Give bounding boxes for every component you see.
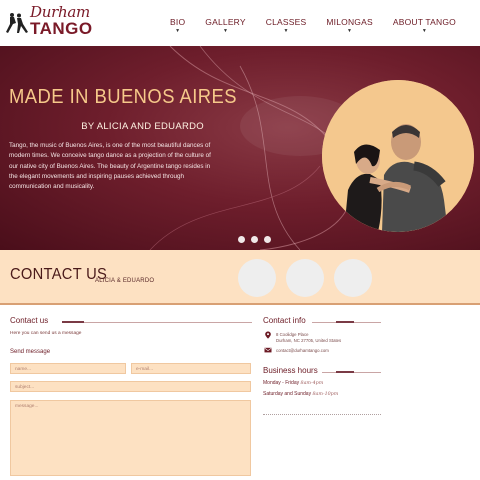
section-divider-accent	[62, 321, 84, 323]
hero-body-text: Tango, the music of Buenos Aires, is one…	[9, 142, 211, 191]
dotted-divider	[263, 414, 381, 415]
map-pin-icon	[265, 331, 271, 339]
subject-field[interactable]: subject...	[10, 381, 251, 392]
hero-slider: MADE IN BUENOS AIRES BY ALICIA AND EDUAR…	[0, 46, 480, 250]
section-divider	[62, 322, 252, 323]
contact-email-link[interactable]: contact@durhamtango.com	[276, 348, 329, 354]
caret-down-icon: ▼	[283, 28, 289, 34]
caret-down-icon: ▼	[421, 28, 427, 34]
contact-form-title: Contact us	[10, 316, 49, 325]
contact-band-title: CONTACT US	[10, 266, 108, 283]
name-field[interactable]: name...	[10, 363, 126, 374]
logo-main-text: TANGO	[30, 19, 93, 38]
address-line-2: Durham, NC 27705, United States	[276, 338, 342, 343]
slider-dots	[238, 236, 271, 243]
site-header: Durham TANGO BIO ▼ GALLERY ▼ CLASSES ▼ MILO…	[0, 0, 480, 46]
nav-item-label: CLASSES	[265, 17, 307, 27]
nav-item-gallery[interactable]: GALLERY ▼	[195, 17, 255, 34]
nav-item-label: BIO	[170, 17, 186, 27]
nav-item-about-tango[interactable]: ABOUT TANGO ▼	[383, 17, 466, 34]
page: Durham TANGO BIO ▼ GALLERY ▼ CLASSES ▼ MILO…	[0, 0, 480, 480]
slider-dot[interactable]	[251, 236, 258, 243]
contact-band-subtitle: ALICIA & EDUARDO	[95, 278, 155, 284]
circle-button[interactable]	[238, 259, 276, 297]
nav-item-bio[interactable]: BIO ▼	[160, 17, 195, 34]
nav-item-milongas[interactable]: MILONGAS ▼	[316, 17, 382, 34]
section-divider-accent	[336, 371, 354, 373]
main-nav: BIO ▼ GALLERY ▼ CLASSES ▼ MILONGAS ▼ ABOUT T…	[160, 17, 466, 34]
hours-time: 8am-4pm	[300, 381, 324, 386]
business-hours-title: Business hours	[263, 366, 318, 375]
contact-form-intro: Here you can send us a message	[10, 331, 82, 336]
send-message-label: Send message	[10, 349, 51, 355]
hero-title: MADE IN BUENOS AIRES	[9, 86, 238, 108]
nav-item-label: ABOUT TANGO	[392, 17, 456, 27]
hours-days: Monday - Friday	[263, 380, 300, 386]
caret-down-icon: ▼	[175, 28, 181, 34]
slider-dot[interactable]	[264, 236, 271, 243]
dancers-photo-illustration	[322, 80, 474, 232]
band-divider	[0, 303, 480, 305]
hours-days: Saturday and Sunday	[263, 391, 312, 397]
circle-button[interactable]	[286, 259, 324, 297]
envelope-icon	[264, 347, 272, 353]
dancers-photo	[322, 80, 474, 232]
site-logo[interactable]: Durham TANGO	[4, 2, 94, 42]
section-divider-accent	[336, 321, 354, 323]
hours-row-weekdays: Monday - Friday 8am-4pm	[263, 380, 323, 386]
email-field[interactable]: e-mail...	[131, 363, 251, 374]
caret-down-icon: ▼	[347, 28, 353, 34]
nav-item-classes[interactable]: CLASSES ▼	[256, 17, 317, 34]
hours-row-weekend: Saturday and Sunday 8am-10pm	[263, 391, 338, 397]
contact-info-title: Contact info	[263, 316, 306, 325]
caret-down-icon: ▼	[222, 28, 229, 34]
hero-subtitle: BY ALICIA AND EDUARDO	[81, 121, 204, 132]
circle-button[interactable]	[334, 259, 372, 297]
nav-item-label: MILONGAS	[326, 17, 373, 27]
slider-dot[interactable]	[238, 236, 245, 243]
message-field[interactable]: message...	[10, 400, 251, 476]
nav-item-label: GALLERY	[205, 17, 246, 27]
hours-time: 8am-10pm	[312, 392, 339, 397]
dancers-icon	[6, 13, 28, 33]
